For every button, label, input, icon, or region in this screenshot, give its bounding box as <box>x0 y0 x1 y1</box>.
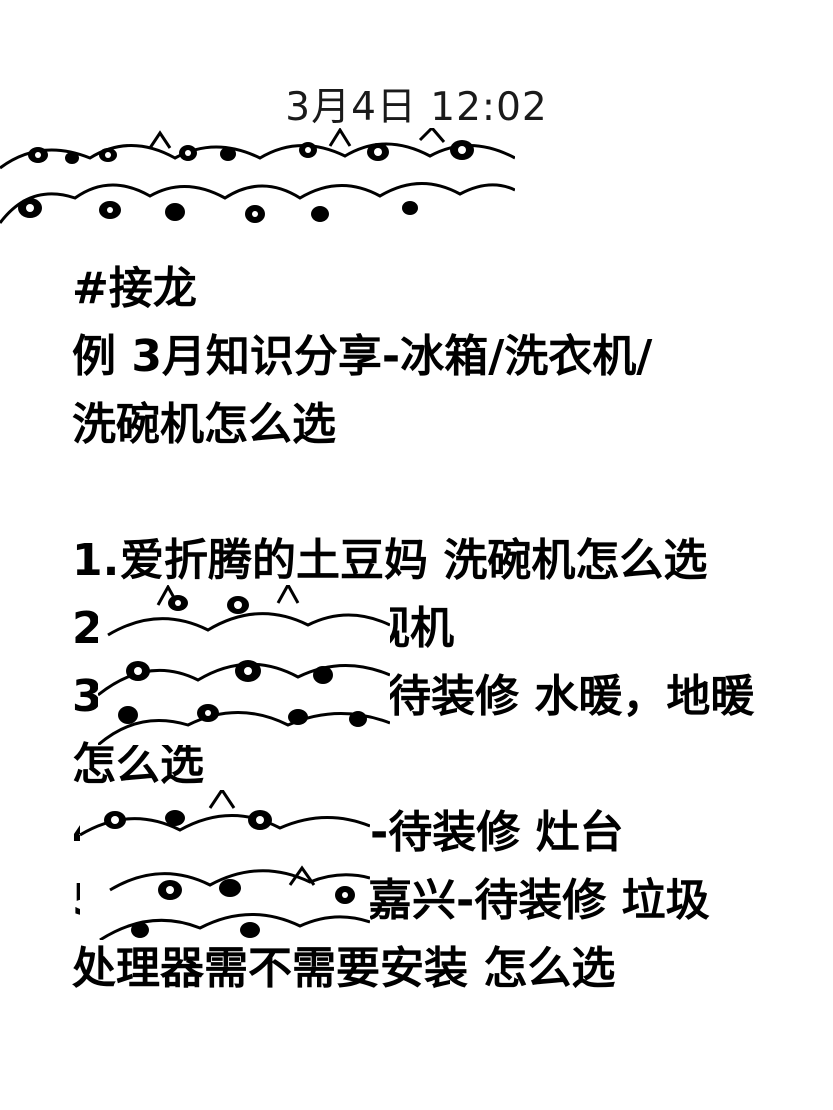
entry-text: 嘉兴-待装修 垃圾 <box>368 875 710 926</box>
entry-text: 待装修 水暖，地暖 <box>387 671 755 722</box>
cartoon-faces-icon <box>98 585 390 745</box>
doodle-sticker-top <box>0 128 515 230</box>
list-item: 处理器需不需要安装 怎么选 <box>72 935 822 1003</box>
doodle-sticker-entries-2-3 <box>98 585 390 745</box>
doodle-sticker-entries-4-5 <box>80 790 370 940</box>
entry-text: 处理器需不需要安装 怎么选 <box>72 943 616 994</box>
cartoon-faces-icon <box>0 128 515 224</box>
message-tag: #接龙 <box>72 263 197 314</box>
example-line-1: 例 3月知识分享-冰箱/洗衣机/ <box>72 331 653 382</box>
message-timestamp: 3月4日 12:02 <box>285 85 548 130</box>
example-line-2: 洗碗机怎么选 <box>72 399 336 450</box>
cartoon-faces-icon <box>80 790 370 940</box>
